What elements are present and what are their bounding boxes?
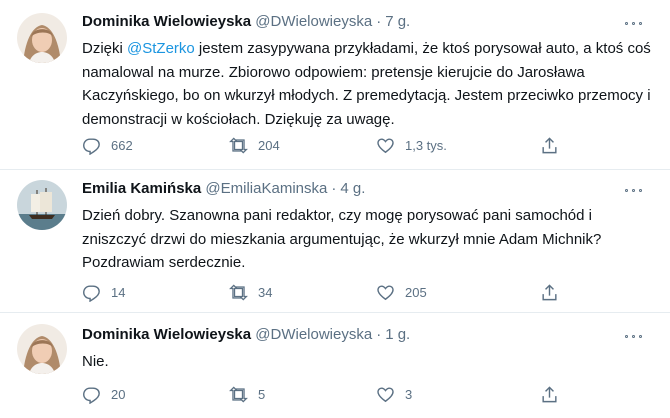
separator-dot: · bbox=[376, 326, 382, 343]
retweet-icon bbox=[229, 136, 248, 154]
tweet[interactable]: Emilia Kamińska @EmiliaKaminska · 4 g. Dzi… bbox=[0, 170, 670, 313]
tweet[interactable]: Dominika Wielowieyska @DWielowieyska · 1 g… bbox=[0, 313, 670, 418]
tweet-text: Nie. bbox=[82, 353, 109, 370]
more-options-icon[interactable] bbox=[618, 180, 648, 200]
reply-icon bbox=[83, 386, 100, 404]
like-count: 1,3 tys. bbox=[405, 137, 447, 153]
avatar[interactable] bbox=[17, 180, 67, 230]
like-button[interactable]: 3 bbox=[376, 383, 412, 405]
tweet-thread: Dominika Wielowieyska @DWielowieyska · 7 g… bbox=[0, 0, 670, 418]
timestamp[interactable]: 4 g. bbox=[340, 180, 365, 197]
retweet-count: 34 bbox=[258, 284, 273, 300]
reply-count: 20 bbox=[111, 386, 126, 402]
avatar[interactable] bbox=[17, 324, 67, 374]
like-count: 3 bbox=[405, 386, 413, 402]
tweet-text-start: Dzięki bbox=[82, 40, 128, 57]
tweet-actions: 662 204 1,3 tys. bbox=[82, 134, 582, 156]
separator-dot: · bbox=[331, 180, 337, 197]
avatar-woman-image bbox=[17, 13, 67, 63]
tweet-header: Emilia Kamińska @EmiliaKaminska · 4 g. bbox=[82, 180, 365, 200]
retweet-icon bbox=[229, 385, 248, 403]
tweet-text: Dzień dobry. Szanowna pani redaktor, czy… bbox=[82, 207, 602, 271]
display-name[interactable]: Dominika Wielowieyska bbox=[82, 13, 251, 30]
retweet-count: 204 bbox=[258, 137, 280, 153]
share-button[interactable] bbox=[540, 134, 569, 156]
tweet-actions: 20 5 3 bbox=[82, 383, 582, 405]
reply-button[interactable]: 662 bbox=[82, 134, 133, 156]
reply-button[interactable]: 20 bbox=[82, 383, 125, 405]
retweet-button[interactable]: 34 bbox=[229, 281, 272, 303]
retweet-button[interactable]: 5 bbox=[229, 383, 265, 405]
share-icon bbox=[542, 385, 557, 402]
share-button[interactable] bbox=[540, 281, 569, 303]
timestamp[interactable]: 7 g. bbox=[385, 13, 410, 30]
reply-button[interactable]: 14 bbox=[82, 281, 125, 303]
share-button[interactable] bbox=[540, 383, 569, 405]
tweet-actions: 14 34 205 bbox=[82, 281, 582, 303]
retweet-count: 5 bbox=[258, 386, 266, 402]
share-icon bbox=[542, 283, 557, 300]
more-options-icon[interactable] bbox=[618, 326, 648, 346]
avatar-ship-image bbox=[17, 180, 67, 230]
avatar-woman-image bbox=[17, 324, 67, 374]
display-name[interactable]: Dominika Wielowieyska bbox=[82, 326, 251, 343]
retweet-icon bbox=[229, 283, 248, 301]
reply-icon bbox=[83, 284, 100, 302]
more-options-icon[interactable] bbox=[618, 13, 648, 33]
user-handle[interactable]: @DWielowieyska bbox=[255, 326, 372, 343]
retweet-button[interactable]: 204 bbox=[229, 134, 280, 156]
tweet-text: Dzięki @StZerko jestem zasypywana przykł… bbox=[82, 37, 652, 131]
tweet-header: Dominika Wielowieyska @DWielowieyska · 7 g… bbox=[82, 13, 410, 33]
display-name[interactable]: Emilia Kamińska bbox=[82, 180, 201, 197]
mention-link[interactable]: @StZerko bbox=[127, 40, 195, 57]
tweet[interactable]: Dominika Wielowieyska @DWielowieyska · 7 g… bbox=[0, 0, 670, 170]
reply-icon bbox=[83, 137, 100, 155]
timestamp[interactable]: 1 g. bbox=[385, 326, 410, 343]
reply-count: 662 bbox=[111, 137, 133, 153]
reply-count: 14 bbox=[111, 284, 126, 300]
tweet-header: Dominika Wielowieyska @DWielowieyska · 1 g… bbox=[82, 326, 410, 346]
heart-icon bbox=[377, 284, 394, 300]
like-button[interactable]: 1,3 tys. bbox=[376, 134, 447, 156]
user-handle[interactable]: @EmiliaKaminska bbox=[205, 180, 327, 197]
heart-icon bbox=[377, 386, 394, 402]
separator-dot: · bbox=[376, 13, 382, 30]
like-button[interactable]: 205 bbox=[376, 281, 427, 303]
user-handle[interactable]: @DWielowieyska bbox=[255, 13, 372, 30]
heart-icon bbox=[377, 137, 394, 153]
share-icon bbox=[542, 136, 557, 153]
like-count: 205 bbox=[405, 284, 427, 300]
avatar[interactable] bbox=[17, 13, 67, 63]
